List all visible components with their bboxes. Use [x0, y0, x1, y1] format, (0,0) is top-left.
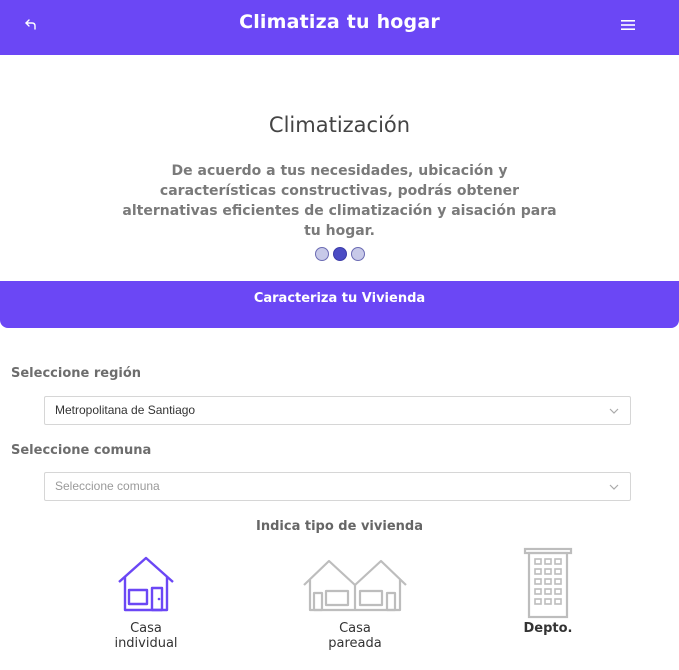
housing-label-line1: Depto.: [523, 621, 573, 636]
carousel-dot-2[interactable]: [332, 247, 347, 261]
region-select[interactable]: Metropolitana de Santiago: [44, 396, 631, 425]
app-title: Climatiza tu hogar: [239, 11, 440, 33]
comuna-label: Seleccione comuna: [11, 443, 152, 458]
semi-detached-house-icon: [303, 559, 407, 612]
carousel-dot-3[interactable]: [350, 247, 365, 261]
housing-label-line1: Casa: [339, 621, 371, 636]
housing-option-casa-individual[interactable]: Casa individual: [104, 555, 188, 651]
region-label: Seleccione región: [11, 366, 142, 381]
housing-label-line2: individual: [114, 636, 178, 651]
menu-button[interactable]: [616, 14, 640, 36]
hamburger-menu-icon: [621, 20, 635, 30]
apartment-building-icon: [523, 547, 573, 619]
hero-title: Climatización: [268, 113, 411, 137]
housing-type-title: Indica tipo de vivienda: [256, 519, 423, 534]
housing-option-casa-pareada[interactable]: Casa pareada: [300, 555, 410, 651]
chevron-down-icon: [609, 484, 619, 490]
section-header: Caracteriza tu Vivienda: [0, 281, 679, 328]
housing-option-depto[interactable]: Depto.: [510, 547, 586, 636]
hero-description: De acuerdo a tus necesidades, ubicación …: [122, 163, 557, 239]
comuna-select-placeholder: Seleccione comuna: [55, 479, 160, 493]
housing-label-line1: Casa: [130, 621, 162, 636]
top-app-bar: Climatiza tu hogar: [0, 0, 679, 55]
carousel-dot-1[interactable]: [314, 247, 329, 261]
housing-label-line2: pareada: [328, 636, 382, 651]
carousel-dots: [0, 247, 679, 261]
house-icon: [118, 556, 174, 612]
region-select-value: Metropolitana de Santiago: [55, 403, 196, 417]
comuna-select[interactable]: Seleccione comuna: [44, 472, 631, 501]
chevron-down-icon: [609, 408, 619, 414]
hero-carousel: Climatización De acuerdo a tus necesidad…: [0, 55, 679, 281]
